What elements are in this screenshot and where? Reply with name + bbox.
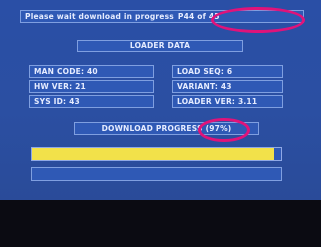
progress-bar — [31, 147, 282, 161]
load-seq-field: LOAD SEQ: 6 — [172, 65, 283, 78]
download-progress-label: DOWNLOAD PROGRESS — [101, 123, 203, 133]
loader-data-title: LOADER DATA — [77, 40, 243, 52]
secondary-progress-bar — [31, 167, 282, 181]
progress-bar-fill — [32, 148, 274, 160]
status-message: Please wait download in progress — [25, 11, 174, 21]
page-counter-highlight-circle — [211, 7, 305, 33]
man-code-field: MAN CODE: 40 — [29, 65, 154, 78]
display-screen: Please wait download in progress P44 of … — [0, 0, 321, 200]
percent-highlight-circle — [198, 118, 250, 142]
variant-field: VARIANT: 43 — [172, 80, 283, 93]
monitor-bezel — [0, 200, 321, 247]
hw-ver-field: HW VER: 21 — [29, 80, 154, 93]
sys-id-field: SYS ID: 43 — [29, 95, 154, 108]
loader-ver-field: LOADER VER: 3.11 — [172, 95, 283, 108]
